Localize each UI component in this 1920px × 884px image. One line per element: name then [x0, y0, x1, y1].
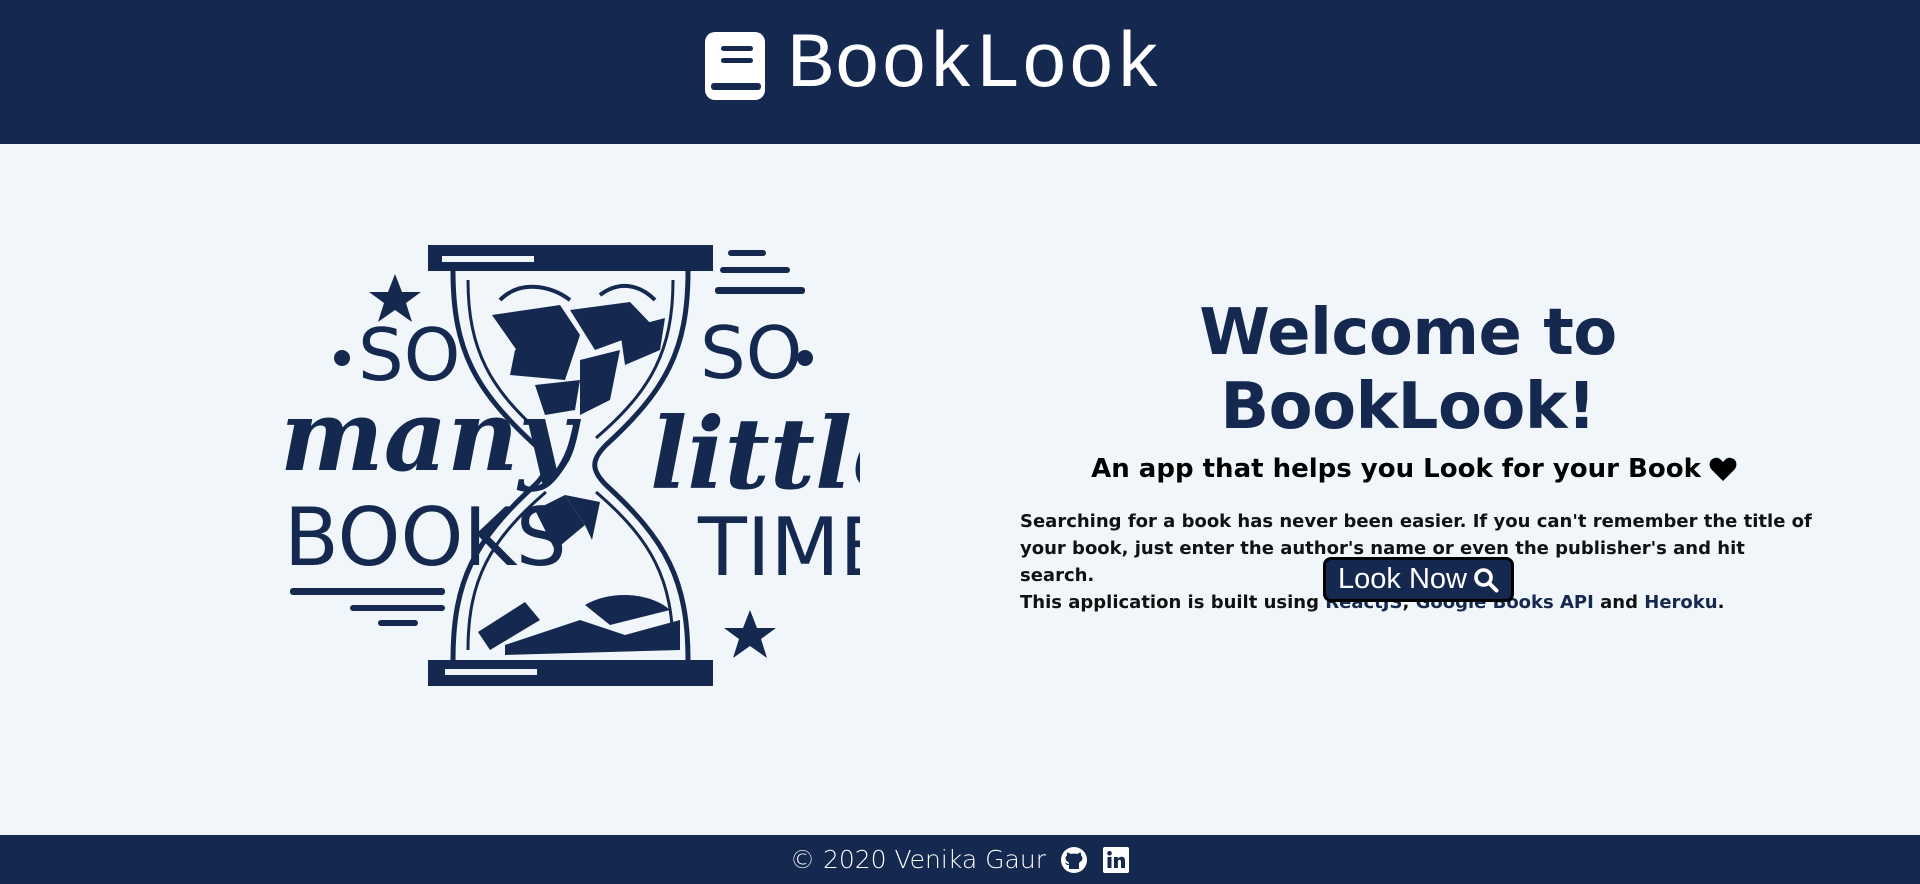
- linkedin-icon[interactable]: [1102, 846, 1130, 874]
- look-now-button[interactable]: Look Now: [1323, 557, 1514, 602]
- heart-icon: [1709, 457, 1737, 481]
- copyright-text: © 2020 Venika Gaur: [790, 845, 1046, 874]
- svg-text:little: little: [650, 397, 860, 512]
- hourglass-books-illustration: SO many BOOKS SO little TIME: [280, 245, 860, 686]
- end-period: .: [1717, 592, 1725, 613]
- site-header: BookLook: [0, 0, 1920, 144]
- github-icon[interactable]: [1060, 846, 1088, 874]
- brand-logo[interactable]: BookLook: [703, 22, 1162, 110]
- svg-text:TIME: TIME: [697, 501, 860, 594]
- site-footer: © 2020 Venika Gaur: [0, 835, 1920, 884]
- look-now-label: Look Now: [1338, 563, 1467, 595]
- svg-text:SO: SO: [700, 311, 802, 395]
- tagline-text: An app that helps you Look for your Book: [1091, 454, 1701, 484]
- search-icon: [1474, 567, 1499, 592]
- book-icon: [705, 32, 765, 100]
- and-separator: and: [1600, 592, 1638, 613]
- description-prefix: This application is built using: [1020, 592, 1319, 613]
- brand-name: BookLook: [787, 22, 1162, 110]
- svg-text:BOOKS: BOOKS: [284, 491, 567, 584]
- page-title: Welcome to BookLook!: [1199, 296, 1617, 444]
- heroku-link[interactable]: Heroku: [1644, 592, 1717, 613]
- svg-text:many: many: [280, 379, 581, 494]
- tagline: An app that helps you Look for your Book: [1008, 454, 1820, 484]
